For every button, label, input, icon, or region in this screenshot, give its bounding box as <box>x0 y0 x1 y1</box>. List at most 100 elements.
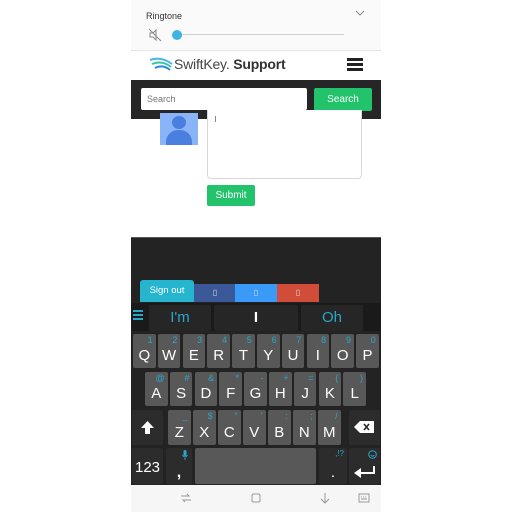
emoji-icon <box>368 450 377 459</box>
key-hint: & <box>208 373 215 383</box>
volume-slider-thumb[interactable] <box>172 30 182 40</box>
prediction-bar: I'm I Oh <box>131 303 381 331</box>
key-hint: 0 <box>370 335 376 345</box>
key-a[interactable]: @ A <box>145 372 168 406</box>
key-hint: * <box>235 373 239 383</box>
prediction-left[interactable]: I'm <box>149 305 211 331</box>
key-label: W <box>162 347 177 364</box>
key-i[interactable]: 8I <box>306 334 330 368</box>
avatar <box>160 113 198 145</box>
home-icon[interactable] <box>250 492 262 504</box>
shift-key[interactable] <box>132 410 163 445</box>
key-label: I <box>315 347 320 364</box>
space-key[interactable] <box>195 448 316 484</box>
key-x[interactable]: $ X <box>193 410 216 445</box>
key-y[interactable]: 6Y <box>257 334 280 368</box>
keyboard-menu-icon[interactable] <box>133 310 143 322</box>
search-button[interactable]: Search <box>314 88 372 111</box>
key-u[interactable]: 7U <box>281 334 305 368</box>
key-label: P <box>362 347 373 364</box>
key-d[interactable]: & D <box>194 372 218 406</box>
key-v[interactable]: ' V <box>243 410 266 445</box>
key-label: T <box>238 347 249 364</box>
recent-apps-icon[interactable] <box>180 492 192 504</box>
key-l[interactable]: ) L <box>343 372 366 406</box>
site-header: SwiftKey. Support <box>131 51 381 79</box>
key-f[interactable]: * F <box>219 372 242 406</box>
key-p[interactable]: 0P <box>356 334 379 368</box>
google-tab[interactable]: ▯ <box>277 284 319 302</box>
key-z[interactable]: _ Z <box>168 410 191 445</box>
key-t[interactable]: 5T <box>232 334 255 368</box>
key-w[interactable]: 2W <box>157 334 181 368</box>
mute-speaker-icon[interactable] <box>148 28 162 42</box>
text-caret <box>215 116 216 122</box>
key-hint: ) <box>359 373 363 383</box>
hamburger-menu-icon[interactable] <box>347 58 363 71</box>
comma-key[interactable]: , <box>166 448 192 484</box>
backspace-key[interactable] <box>349 410 380 445</box>
period-key[interactable]: ,!? . <box>319 448 347 484</box>
key-label: V <box>249 424 260 441</box>
enter-arrow-icon <box>354 466 375 478</box>
key-hint: = <box>308 373 314 383</box>
comment-textarea[interactable] <box>207 110 362 179</box>
key-g[interactable]: -G <box>244 372 267 406</box>
phone-screen: Ringtone SwiftKey. Support Search Submit… <box>131 0 381 512</box>
key-hint: $ <box>207 411 213 421</box>
key-hint: 5 <box>246 335 252 345</box>
prediction-right[interactable]: Oh <box>301 305 363 331</box>
shift-arrow-icon <box>141 421 154 434</box>
volume-title: Ringtone <box>146 11 183 21</box>
key-n[interactable]: ; N <box>293 410 316 445</box>
key-r[interactable]: 4R <box>207 334 230 368</box>
key-label: B <box>274 424 285 441</box>
twitter-tab[interactable]: ▯ <box>235 284 277 302</box>
backspace-icon <box>354 421 374 433</box>
submit-button[interactable]: Submit <box>207 185 255 206</box>
microphone-icon <box>182 450 188 460</box>
key-b[interactable]: :B <box>268 410 291 445</box>
back-down-icon[interactable] <box>319 492 331 504</box>
key-label: N <box>298 424 310 441</box>
keyboard-switch-icon[interactable] <box>358 492 370 504</box>
key-label: R <box>213 347 225 364</box>
key-hint: ' <box>260 411 263 421</box>
key-q[interactable]: 1Q <box>133 334 156 368</box>
key-j[interactable]: = J <box>293 372 317 406</box>
enter-key[interactable] <box>349 448 380 484</box>
volume-slider-track[interactable] <box>174 34 344 35</box>
key-label: K <box>324 385 335 402</box>
key-label: Z <box>174 424 184 441</box>
key-e[interactable]: 3E <box>182 334 206 368</box>
key-s[interactable]: # S <box>169 372 193 406</box>
key-hint: 7 <box>296 335 302 345</box>
sign-out-tab[interactable]: Sign out <box>140 280 194 302</box>
key-hint: _ <box>182 411 188 421</box>
keyboard: Sign out ▯ ▯ ▯ I'm I Oh 1Q2W3E4R5T6Y7U8I… <box>131 237 381 486</box>
key-hint: @ <box>155 373 165 383</box>
chevron-down-icon[interactable] <box>355 8 365 18</box>
key-c[interactable]: " C <box>218 410 241 445</box>
key-label: E <box>188 347 199 364</box>
key-label: S <box>176 385 187 402</box>
site-logo[interactable]: SwiftKey. Support <box>174 56 286 72</box>
key-hint: " <box>234 411 238 421</box>
key-hint: / <box>335 411 338 421</box>
numbers-key[interactable]: 123 <box>132 448 163 484</box>
key-label: O <box>336 347 349 364</box>
key-m[interactable]: / M <box>318 410 341 445</box>
key-h[interactable]: + H <box>269 372 292 406</box>
search-input[interactable] <box>141 88 307 110</box>
key-hint: 1 <box>147 335 153 345</box>
key-label: C <box>223 424 235 441</box>
key-k[interactable]: (K <box>318 372 342 406</box>
facebook-tab[interactable]: ▯ <box>194 284 236 302</box>
key-hint: ; <box>310 411 313 421</box>
key-label: U <box>287 347 299 364</box>
key-o[interactable]: 9O <box>331 334 354 368</box>
key-label: H <box>274 385 286 402</box>
prediction-center[interactable]: I <box>214 305 298 331</box>
key-label: F <box>226 385 236 402</box>
volume-panel: Ringtone <box>131 0 381 51</box>
